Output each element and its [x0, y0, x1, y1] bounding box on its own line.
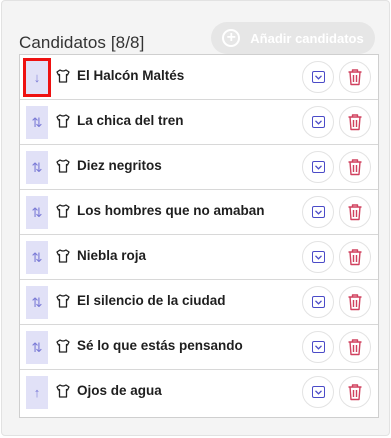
- candidate-name: Ojos de agua: [77, 383, 162, 398]
- expand-button[interactable]: [302, 61, 334, 93]
- expand-button[interactable]: [302, 331, 334, 363]
- shirt-icon: [56, 159, 70, 173]
- candidate-name: Sé lo que estás pensando: [77, 338, 243, 353]
- shirt-icon: [56, 294, 70, 308]
- chevron-down-icon: [311, 251, 325, 263]
- trash-icon: [348, 204, 362, 221]
- trash-icon: [348, 249, 362, 266]
- chevron-down-icon: [311, 116, 325, 128]
- delete-button[interactable]: [339, 196, 371, 228]
- drag-handle[interactable]: ⇅: [26, 151, 48, 184]
- expand-button[interactable]: [302, 106, 334, 138]
- delete-button[interactable]: [339, 106, 371, 138]
- trash-icon: [348, 159, 362, 176]
- shirt-icon: [56, 384, 70, 398]
- candidates-panel: Candidatos [8/8] + Añadir candidatos ↓ E…: [1, 0, 390, 436]
- candidate-name: El Halcón Maltés: [77, 68, 185, 83]
- trash-icon: [348, 114, 362, 131]
- trash-icon: [348, 294, 362, 311]
- list-item: ⇅ Diez negritos: [20, 145, 378, 190]
- trash-icon: [348, 339, 362, 356]
- delete-button[interactable]: [339, 61, 371, 93]
- candidate-name: El silencio de la ciudad: [77, 293, 226, 308]
- list-item: ⇅ Niebla roja: [20, 235, 378, 280]
- expand-button[interactable]: [302, 286, 334, 318]
- drag-handle[interactable]: ⇅: [26, 106, 48, 139]
- list-item: ⇅ El silencio de la ciudad: [20, 280, 378, 325]
- chevron-down-icon: [311, 296, 325, 308]
- delete-button[interactable]: [339, 151, 371, 183]
- add-candidates-label: Añadir candidatos: [250, 30, 364, 46]
- shirt-icon: [56, 114, 70, 128]
- chevron-down-icon: [311, 206, 325, 218]
- chevron-down-icon: [311, 161, 325, 173]
- plus-icon: +: [222, 29, 241, 47]
- shirt-icon: [56, 249, 70, 263]
- trash-icon: [348, 69, 362, 86]
- delete-button[interactable]: [339, 241, 371, 273]
- shirt-icon: [56, 69, 70, 83]
- drag-handle[interactable]: ↓: [23, 58, 51, 97]
- candidates-list: ↓ El Halcón Maltés ⇅ La chica del tren ⇅: [19, 54, 379, 418]
- chevron-down-icon: [311, 71, 325, 83]
- chevron-down-icon: [311, 341, 325, 353]
- expand-button[interactable]: [302, 151, 334, 183]
- list-item: ⇅ Los hombres que no amaban: [20, 190, 378, 235]
- list-item: ⇅ La chica del tren: [20, 100, 378, 145]
- panel-header: Candidatos [8/8] + Añadir candidatos: [19, 22, 375, 55]
- drag-handle[interactable]: ⇅: [26, 286, 48, 319]
- add-candidates-button[interactable]: + Añadir candidatos: [211, 22, 375, 54]
- delete-button[interactable]: [339, 286, 371, 318]
- trash-icon: [348, 384, 362, 401]
- drag-handle[interactable]: ↑: [26, 376, 48, 409]
- candidate-name: La chica del tren: [77, 113, 184, 128]
- shirt-icon: [56, 339, 70, 353]
- expand-button[interactable]: [302, 376, 334, 408]
- drag-handle[interactable]: ⇅: [26, 196, 48, 229]
- drag-handle[interactable]: ⇅: [26, 331, 48, 364]
- expand-button[interactable]: [302, 196, 334, 228]
- list-item: ⇅ Sé lo que estás pensando: [20, 325, 378, 370]
- list-item: ↑ Ojos de agua: [20, 370, 378, 415]
- expand-button[interactable]: [302, 241, 334, 273]
- list-item: ↓ El Halcón Maltés: [20, 55, 378, 100]
- panel-title: Candidatos [8/8]: [19, 33, 145, 52]
- candidate-name: Los hombres que no amaban: [77, 203, 265, 218]
- candidate-name: Niebla roja: [77, 248, 147, 263]
- delete-button[interactable]: [339, 376, 371, 408]
- delete-button[interactable]: [339, 331, 371, 363]
- chevron-down-icon: [311, 386, 325, 398]
- drag-handle[interactable]: ⇅: [26, 241, 48, 274]
- candidate-name: Diez negritos: [77, 158, 162, 173]
- shirt-icon: [56, 204, 70, 218]
